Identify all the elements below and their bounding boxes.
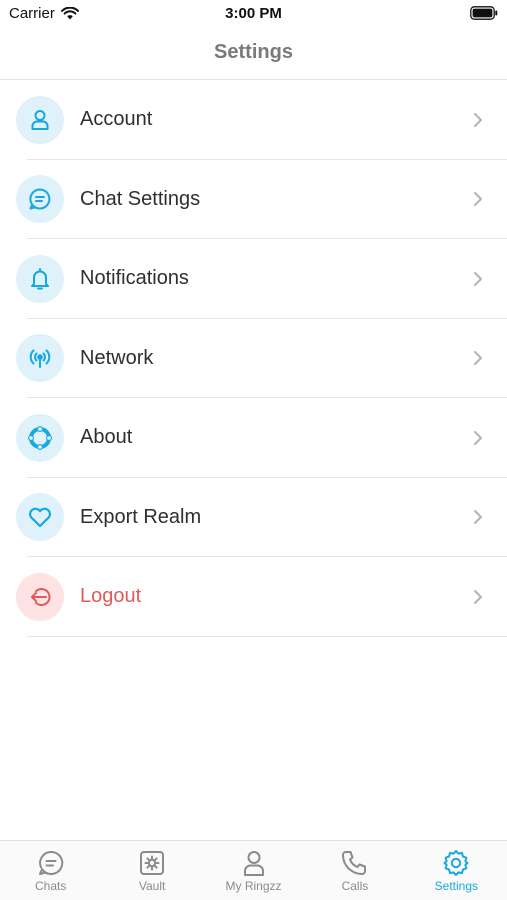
chevron-right-icon [474, 589, 482, 604]
settings-menu: Account Chat Settings Notifications Netw… [0, 80, 507, 637]
chevron-right-icon [474, 510, 482, 525]
menu-item-about[interactable]: About [0, 398, 507, 478]
tab-label: Chats [35, 879, 67, 893]
menu-item-export-realm[interactable]: Export Realm [0, 478, 507, 558]
tab-calls[interactable]: Calls [304, 841, 405, 900]
tab-my-ringzz[interactable]: My Ringzz [203, 841, 304, 900]
chat-bubble-icon [38, 850, 63, 875]
tab-chats[interactable]: Chats [0, 841, 101, 900]
tab-label: Vault [138, 879, 166, 893]
gear-icon [443, 850, 469, 876]
lifebuoy-icon [16, 413, 64, 462]
tab-bar: Chats Vault My Ringzz Calls Settings [0, 840, 507, 900]
clock: 3:00 PM [225, 5, 282, 22]
menu-item-notifications[interactable]: Notifications [0, 239, 507, 319]
battery-icon [470, 6, 498, 25]
menu-item-label: Chat Settings [80, 187, 201, 210]
navigation-bar: Settings [0, 30, 507, 80]
vault-icon [140, 851, 165, 875]
chevron-right-icon [474, 271, 482, 286]
menu-item-label: Notifications [80, 267, 189, 290]
phone-icon [341, 851, 366, 875]
bell-icon [16, 254, 64, 303]
menu-item-label: Account [80, 108, 153, 131]
status-bar: Carrier 3:00 PM [0, 0, 507, 30]
tab-settings[interactable]: Settings [406, 841, 507, 900]
page-title: Settings [214, 41, 293, 63]
tab-label: My Ringzz [225, 879, 282, 893]
menu-item-account[interactable]: Account [0, 80, 507, 160]
menu-item-label: About [80, 426, 133, 449]
menu-item-label: Logout [80, 585, 142, 608]
user-icon [243, 851, 264, 876]
menu-item-chat-settings[interactable]: Chat Settings [0, 160, 507, 240]
menu-item-network[interactable]: Network [0, 319, 507, 399]
broadcast-icon [16, 334, 64, 383]
chevron-right-icon [474, 430, 482, 445]
chevron-right-icon [474, 192, 482, 207]
heart-icon [16, 493, 64, 542]
tab-vault[interactable]: Vault [101, 841, 202, 900]
chevron-right-icon [474, 112, 482, 127]
tab-label: Settings [434, 879, 478, 893]
menu-item-label: Network [80, 346, 154, 369]
chat-bubble-icon [16, 175, 64, 224]
tab-label: Calls [341, 879, 369, 893]
user-icon [16, 95, 64, 144]
menu-item-logout[interactable]: Logout [0, 557, 507, 637]
chevron-right-icon [474, 351, 482, 366]
logout-icon [16, 572, 64, 621]
menu-item-label: Export Realm [80, 505, 202, 528]
